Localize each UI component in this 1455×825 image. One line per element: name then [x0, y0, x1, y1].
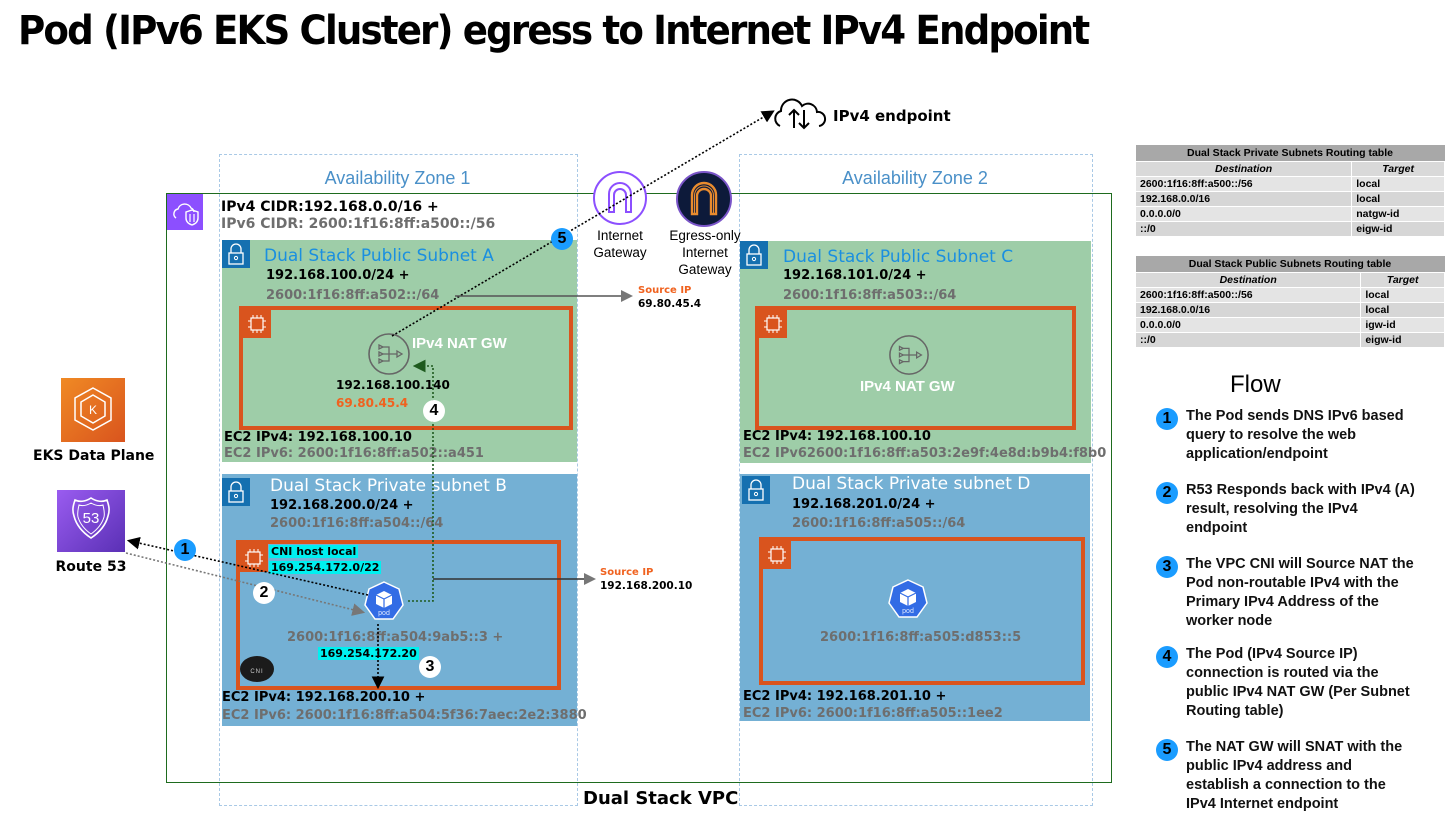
table-row: 192.168.0.0/16 local [1134, 302, 1445, 318]
flow-title: Flow [1230, 371, 1281, 398]
rt-destination: 0.0.0.0/0 [1134, 206, 1353, 222]
public-routing-table: Dual Stack Public Subnets Routing table … [1134, 256, 1445, 348]
rt-target: local [1360, 302, 1445, 318]
rt-target: igw-id [1360, 317, 1445, 333]
rt-target: natgw-id [1351, 206, 1445, 222]
rt-target: local [1360, 287, 1445, 303]
rt-target: eigw-id [1351, 221, 1445, 237]
private-routing-table: Dual Stack Private Subnets Routing table… [1134, 145, 1445, 237]
table-row: ::/0 eigw-id [1134, 332, 1445, 348]
flow-step-3-text: The VPC CNI will Source NAT the Pod non-… [1186, 556, 1414, 629]
rt-destination: 192.168.0.0/16 [1134, 191, 1353, 207]
rt-destination: 2600:1f16:8ff:a500::/56 [1134, 176, 1353, 192]
step-badge-3: 3 [419, 656, 441, 678]
flow-line-pod-to-route53 [126, 536, 369, 596]
flow-line-route53-to-pod [125, 552, 366, 616]
step-badge-2: 2 [253, 582, 275, 604]
rt-target: eigw-id [1360, 332, 1445, 348]
public-rt-header-target: Target [1360, 272, 1445, 288]
table-row: 192.168.0.0/16 local [1134, 191, 1445, 207]
table-row: 2600:1f16:8ff:a500::/56 local [1134, 176, 1445, 192]
flow-step-5-text: The NAT GW will SNAT with the public IPv… [1186, 739, 1403, 812]
step-badge-1: 1 [174, 539, 196, 561]
private-rt-caption: Dual Stack Private Subnets Routing table [1135, 145, 1445, 162]
table-row: ::/0 eigw-id [1134, 221, 1445, 237]
table-row: 0.0.0.0/0 natgw-id [1134, 206, 1445, 222]
rt-destination: ::/0 [1134, 332, 1362, 348]
private-rt-header-target: Target [1351, 161, 1445, 177]
rt-target: local [1351, 191, 1445, 207]
flow-step-badge-3: 3 [1156, 556, 1178, 578]
private-rt-header-destination: Destination [1134, 161, 1353, 177]
flow-step-1-text: The Pod sends DNS IPv6 based query to re… [1186, 408, 1404, 462]
flow-step-2-text: R53 Responds back with IPv4 (A) result, … [1186, 482, 1415, 536]
step-badge-4: 4 [423, 400, 445, 422]
table-row: 0.0.0.0/0 igw-id [1134, 317, 1445, 333]
rt-destination: 0.0.0.0/0 [1134, 317, 1362, 333]
rt-destination: 192.168.0.0/16 [1134, 302, 1362, 318]
flow-step-badge-4: 4 [1156, 646, 1178, 668]
table-row: 2600:1f16:8ff:a500::/56 local [1134, 287, 1445, 303]
flow-step-badge-5: 5 [1156, 739, 1178, 761]
step-badge-5: 5 [551, 228, 573, 250]
flow-step-4-text: The Pod (IPv4 Source IP) connection is r… [1186, 646, 1410, 719]
flow-step-badge-1: 1 [1156, 408, 1178, 430]
public-rt-header-destination: Destination [1134, 272, 1362, 288]
flow-step-badge-2: 2 [1156, 482, 1178, 504]
public-rt-caption: Dual Stack Public Subnets Routing table [1135, 256, 1445, 273]
flow-line-nat-to-endpoint [391, 110, 775, 337]
rt-target: local [1351, 176, 1445, 192]
rt-destination: 2600:1f16:8ff:a500::/56 [1134, 287, 1362, 303]
rt-destination: ::/0 [1134, 221, 1353, 237]
